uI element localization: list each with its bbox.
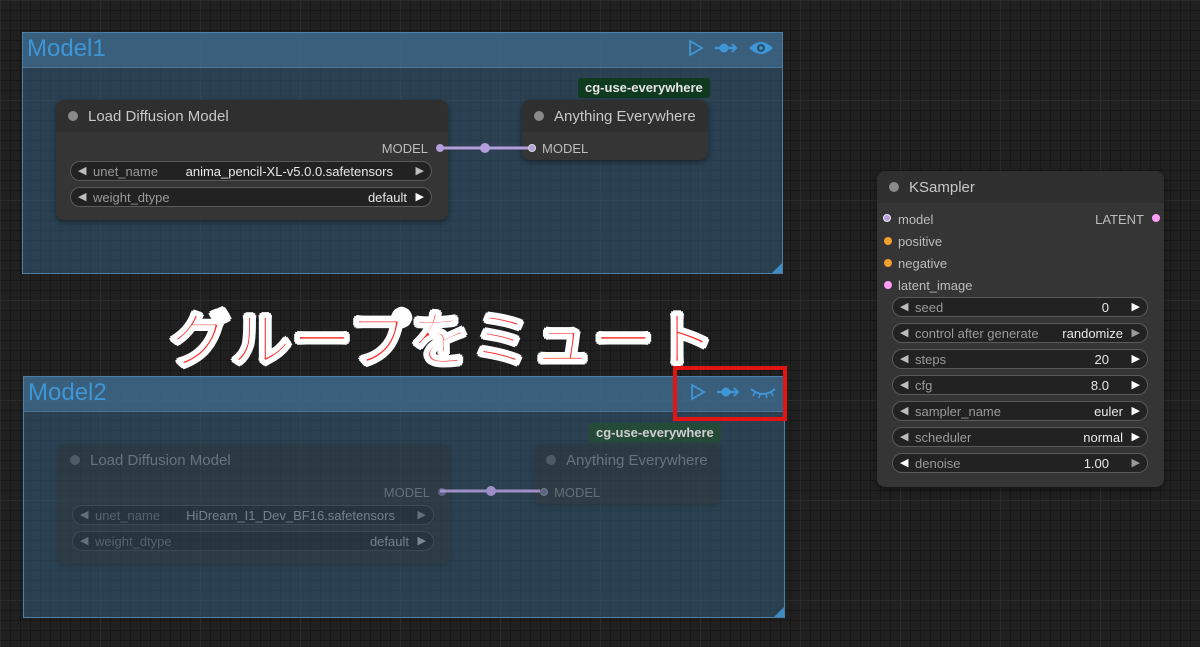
- latent-output-slot[interactable]: [1152, 214, 1160, 222]
- latent-image-input-slot[interactable]: [884, 281, 892, 289]
- decrement-arrow-icon[interactable]: ◀: [900, 378, 908, 391]
- sampler-name-widget[interactable]: ◀ sampler_name euler ▶: [892, 401, 1148, 421]
- negative-input-slot[interactable]: [884, 259, 892, 267]
- model-input-slot[interactable]: [883, 214, 891, 222]
- scheduler-widget[interactable]: ◀ scheduler normal ▶: [892, 427, 1148, 447]
- widget-label: control after generate: [915, 326, 1039, 341]
- steps-widget[interactable]: ◀ steps 20 ▶: [892, 349, 1148, 369]
- widget-label: denoise: [915, 456, 961, 471]
- highlight-box: [673, 366, 787, 421]
- node-title: KSampler: [909, 179, 975, 196]
- control-after-generate-widget[interactable]: ◀ control after generate randomize ▶: [892, 323, 1148, 343]
- decrement-arrow-icon[interactable]: ◀: [900, 404, 908, 417]
- increment-arrow-icon[interactable]: ▶: [1132, 352, 1140, 365]
- input-label: negative: [898, 256, 948, 271]
- positive-input-slot[interactable]: [884, 237, 892, 245]
- seed-widget[interactable]: ◀ seed 0 ▶: [892, 297, 1148, 317]
- increment-arrow-icon[interactable]: ▶: [1132, 378, 1140, 391]
- ksampler-node[interactable]: KSampler model LATENT positive negative …: [877, 171, 1164, 487]
- widget-value: 1.00: [1083, 456, 1109, 471]
- increment-arrow-icon[interactable]: ▶: [1132, 404, 1140, 417]
- widget-value: randomize: [1062, 326, 1123, 341]
- node-header[interactable]: KSampler: [877, 171, 1164, 203]
- widget-value: 20: [1094, 352, 1109, 367]
- output-label: LATENT: [1095, 212, 1144, 227]
- decrement-arrow-icon[interactable]: ◀: [900, 456, 908, 469]
- decrement-arrow-icon[interactable]: ◀: [900, 430, 908, 443]
- decrement-arrow-icon[interactable]: ◀: [900, 300, 908, 313]
- denoise-widget[interactable]: ◀ denoise 1.00 ▶: [892, 453, 1148, 473]
- widget-value: normal: [1083, 430, 1123, 445]
- increment-arrow-icon[interactable]: ▶: [1132, 456, 1140, 469]
- input-label: model: [898, 212, 934, 227]
- widget-label: sampler_name: [915, 404, 1001, 419]
- decrement-arrow-icon[interactable]: ◀: [900, 352, 908, 365]
- increment-arrow-icon[interactable]: ▶: [1132, 300, 1140, 313]
- widget-value: euler: [1094, 404, 1123, 419]
- widget-label: cfg: [915, 378, 933, 393]
- cfg-widget[interactable]: ◀ cfg 8.0 ▶: [892, 375, 1148, 395]
- widget-value: 8.0: [1090, 378, 1109, 393]
- increment-arrow-icon[interactable]: ▶: [1132, 430, 1140, 443]
- annotation-text: グループをミュート: [169, 305, 716, 377]
- widget-label: seed: [915, 300, 944, 315]
- collapse-dot[interactable]: [889, 182, 899, 192]
- widget-value: 0: [1101, 300, 1109, 315]
- decrement-arrow-icon[interactable]: ◀: [900, 326, 908, 339]
- widget-label: scheduler: [915, 430, 972, 445]
- widget-label: steps: [915, 352, 947, 367]
- increment-arrow-icon[interactable]: ▶: [1132, 326, 1140, 339]
- input-label: positive: [898, 234, 943, 249]
- input-label: latent_image: [898, 278, 973, 293]
